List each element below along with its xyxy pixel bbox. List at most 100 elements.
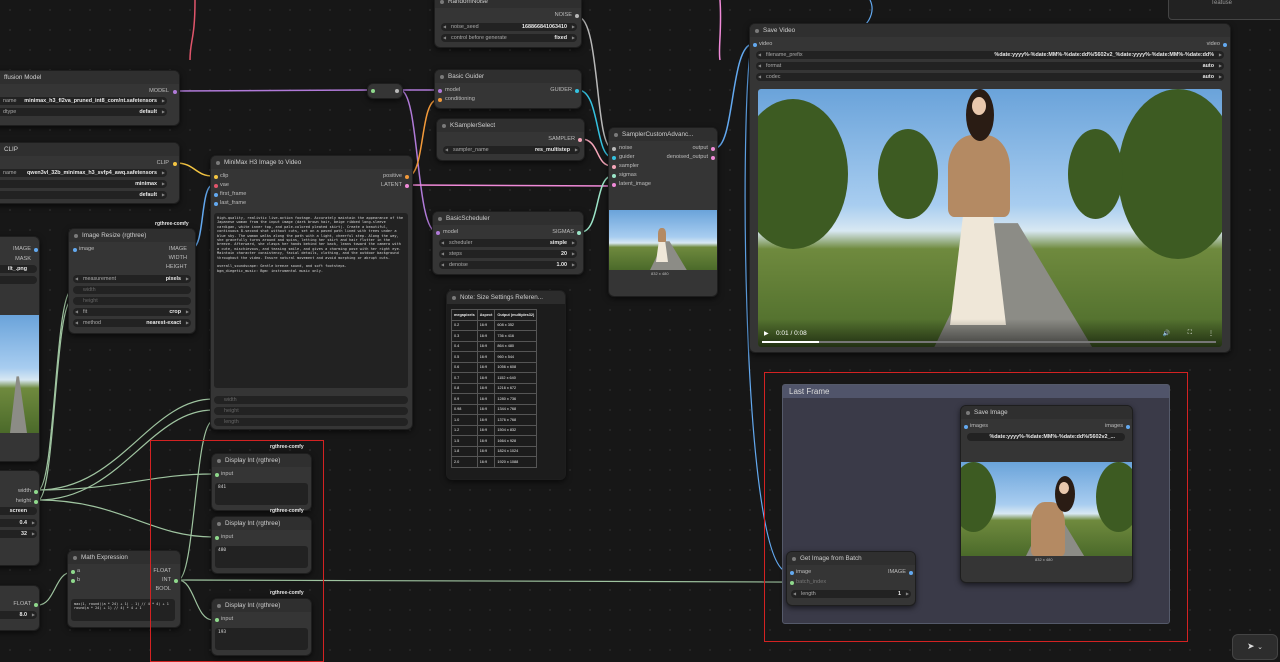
model-output-port[interactable] [173,90,177,94]
clip-device-widget[interactable]: default [0,191,167,199]
left-size-node[interactable]: width height screen 0.4 32 [0,470,40,566]
upload-widget[interactable] [0,276,37,284]
clip-loader-node[interactable]: CLIP CLIP nameqwen3vl_32b_minimax_h3_svf… [0,142,180,204]
noise-output-port[interactable] [575,14,579,18]
conditioning-input-port[interactable] [438,98,442,102]
sampler-name-widget[interactable]: sampler_nameres_multistep [443,146,580,154]
fullscreen-icon[interactable]: ⛶ [1188,330,1192,337]
format-widget[interactable]: formatauto [756,62,1224,70]
play-icon[interactable]: ▶ [764,330,769,337]
clip-output-port[interactable] [173,162,177,166]
float-output-port[interactable] [34,603,38,607]
guider-output-port[interactable] [575,89,579,93]
progress-track[interactable] [762,341,1216,343]
width-output-port[interactable] [34,490,38,494]
canvas-toolbar[interactable]: ➤ ⌄ [1232,634,1278,660]
save-video-node[interactable]: Save Video video video filename_prefix%d… [749,23,1231,353]
width-widget[interactable]: width [73,286,191,294]
weight-dtype-widget[interactable]: dtypedefault [0,108,167,116]
display-int-node-3[interactable]: Display Int (rgthree) input 193 [211,598,312,656]
float-value-widget[interactable]: 8.0 [0,611,37,619]
filename-prefix-widget[interactable]: filename_prefix%date:yyyy%-%date:MM%-%da… [756,51,1224,59]
size-settings-note[interactable]: Note: Size Settings Referen... megapixel… [446,290,566,480]
method-widget[interactable]: methodnearest-exact [73,319,191,327]
height-output-port[interactable] [34,500,38,504]
video-player[interactable]: ▶ 0:01 / 0:08 🔊 ⛶ ⋮ [758,89,1222,347]
latent-output-port[interactable] [405,184,409,188]
save-image-node[interactable]: Save Image images images %date:yyyy%-%da… [960,405,1133,583]
a-input-port[interactable] [71,570,75,574]
queue-panel[interactable]: Teatuse [1168,0,1280,20]
height-widget[interactable]: height [214,407,408,415]
video-output-port[interactable] [1223,43,1227,47]
chevron-down-icon[interactable]: ⌄ [1257,644,1263,651]
denoise-widget[interactable]: denoise1.00 [439,261,577,269]
prompt-textarea[interactable]: High-quality, realistic live-action foot… [214,213,408,388]
clip-name-widget[interactable]: nameqwen3vl_32b_minimax_h3_svfp4_awq.saf… [0,169,167,177]
basic-guider-node[interactable]: Basic Guider model conditioning GUIDER [434,69,582,109]
vae-input-port[interactable] [214,184,218,188]
height-widget[interactable]: height [73,297,191,305]
first-frame-input-port[interactable] [214,193,218,197]
image-input-port[interactable] [790,571,794,575]
image-input-port[interactable] [73,248,77,252]
measurement-widget[interactable]: measurementpixels [73,275,191,283]
images-output-port[interactable] [1126,425,1130,429]
more-options-icon[interactable]: ⋮ [1208,330,1214,337]
input-port[interactable] [215,473,219,477]
last-frame-input-port[interactable] [214,202,218,206]
basic-scheduler-node[interactable]: BasicScheduler model SIGMAS schedulersim… [432,211,584,275]
sampler-output-port[interactable] [578,138,582,142]
save-prefix-widget[interactable]: %date:yyyy%-%date:MM%-%date:dd%/5602v2_.… [967,433,1125,441]
clip-type-widget[interactable]: minimax [0,180,167,188]
input-port[interactable] [215,536,219,540]
image-resize-node[interactable]: Image Resize (rgthree) image IMAGE WIDTH… [68,228,196,334]
width-widget[interactable]: width [214,396,408,404]
image-to-video-node[interactable]: MiniMax H3 Image to Video clip vae first… [210,155,413,430]
random-noise-node[interactable]: RandomNoise NOISE noise_seed168866841063… [434,0,582,48]
video-input-port[interactable] [753,43,757,47]
latent-input-port[interactable] [612,183,616,187]
ratio-widget[interactable]: 0.4 [0,519,37,527]
sigmas-output-port[interactable] [577,231,581,235]
get-image-from-batch-node[interactable]: Get Image from Batch image batch_index I… [786,551,916,606]
noise-seed-widget[interactable]: noise_seed168866841063410 [441,23,577,31]
load-image-node[interactable]: IMAGE MASK ilt_.png [0,236,40,462]
reroute-input-port[interactable] [371,89,375,93]
sigmas-input-port[interactable] [612,174,616,178]
codec-widget[interactable]: codecauto [756,73,1224,81]
screen-widget[interactable]: screen [0,507,37,515]
sampler-input-port[interactable] [612,165,616,169]
noise-input-port[interactable] [612,147,616,151]
steps-widget[interactable]: steps20 [439,250,577,258]
pointer-icon[interactable]: ➤ [1247,641,1255,651]
volume-icon[interactable]: 🔊 [1163,330,1170,337]
sampler-custom-node[interactable]: SamplerCustomAdvanc... noise guider samp… [608,127,718,297]
denoised-output-port[interactable] [711,156,715,160]
model-input-port[interactable] [436,231,440,235]
output-port[interactable] [711,147,715,151]
input-port[interactable] [215,618,219,622]
image-file-widget[interactable]: ilt_.png [0,265,37,273]
image-output-port[interactable] [34,248,38,252]
b-input-port[interactable] [71,579,75,583]
ksampler-select-node[interactable]: KSamplerSelect SAMPLER sampler_nameres_m… [436,118,585,161]
images-input-port[interactable] [964,425,968,429]
length-widget[interactable]: length1 [791,590,911,598]
reroute-output-port[interactable] [395,89,399,93]
positive-output-port[interactable] [405,175,409,179]
display-int-node-1[interactable]: Display Int (rgthree) input 841 [211,453,312,511]
reroute-node[interactable] [367,83,403,99]
unet-name-widget[interactable]: nameminimax_h3_fl2va_pruned_int8_com/nt.… [0,97,167,105]
batch-index-input-port[interactable] [790,581,794,585]
multiple-widget[interactable]: 32 [0,530,37,538]
model-input-port[interactable] [438,89,442,93]
guider-input-port[interactable] [612,156,616,160]
length-widget[interactable]: length [214,418,408,426]
clip-input-port[interactable] [214,175,218,179]
diffusion-model-node[interactable]: ffusion Model MODEL nameminimax_h3_fl2va… [0,70,180,126]
fit-widget[interactable]: fitcrop [73,308,191,316]
display-int-node-2[interactable]: Display Int (rgthree) input 480 [211,516,312,574]
image-output-port[interactable] [909,571,913,575]
float-node[interactable]: FLOAT 8.0 [0,585,40,631]
